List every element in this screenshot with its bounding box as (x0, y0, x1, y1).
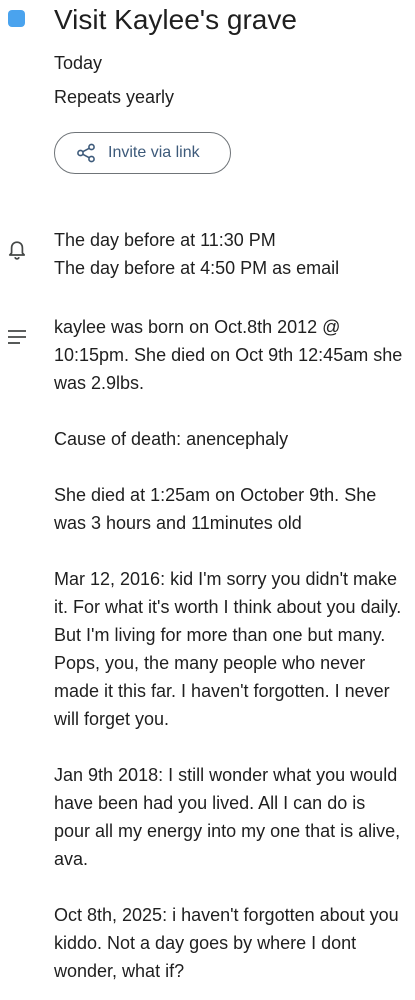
description-paragraph: Oct 8th, 2025: i haven't forgotten about… (54, 905, 399, 981)
description-paragraph: Mar 12, 2016: kid I'm sorry you didn't m… (54, 569, 402, 729)
event-color-chip (8, 10, 25, 27)
invite-via-link-button[interactable]: Invite via link (54, 132, 231, 174)
description-paragraph: She died at 1:25am on October 9th. She w… (54, 485, 377, 533)
bell-icon (6, 239, 28, 261)
description-paragraph: Jan 9th 2018: I still wonder what you wo… (54, 765, 401, 869)
event-detail-page: Visit Kaylee's grave Today Repeats yearl… (0, 0, 415, 1000)
event-description: kaylee was born on Oct.8th 2012 @ 10:15p… (54, 313, 406, 1000)
description-paragraph: Cause of death: anencephaly (54, 429, 289, 449)
notification-item[interactable]: The day before at 11:30 PM (54, 226, 404, 254)
event-title: Visit Kaylee's grave (54, 4, 297, 35)
event-date: Today (54, 53, 103, 73)
notification-list: The day before at 11:30 PM The day befor… (54, 226, 404, 282)
notification-item[interactable]: The day before at 4:50 PM as email (54, 254, 404, 282)
notes-icon (6, 326, 28, 348)
share-icon (75, 142, 97, 164)
event-recurrence: Repeats yearly (54, 87, 175, 107)
invite-via-link-label: Invite via link (108, 144, 200, 161)
description-paragraph: kaylee was born on Oct.8th 2012 @ 10:15p… (54, 317, 403, 393)
